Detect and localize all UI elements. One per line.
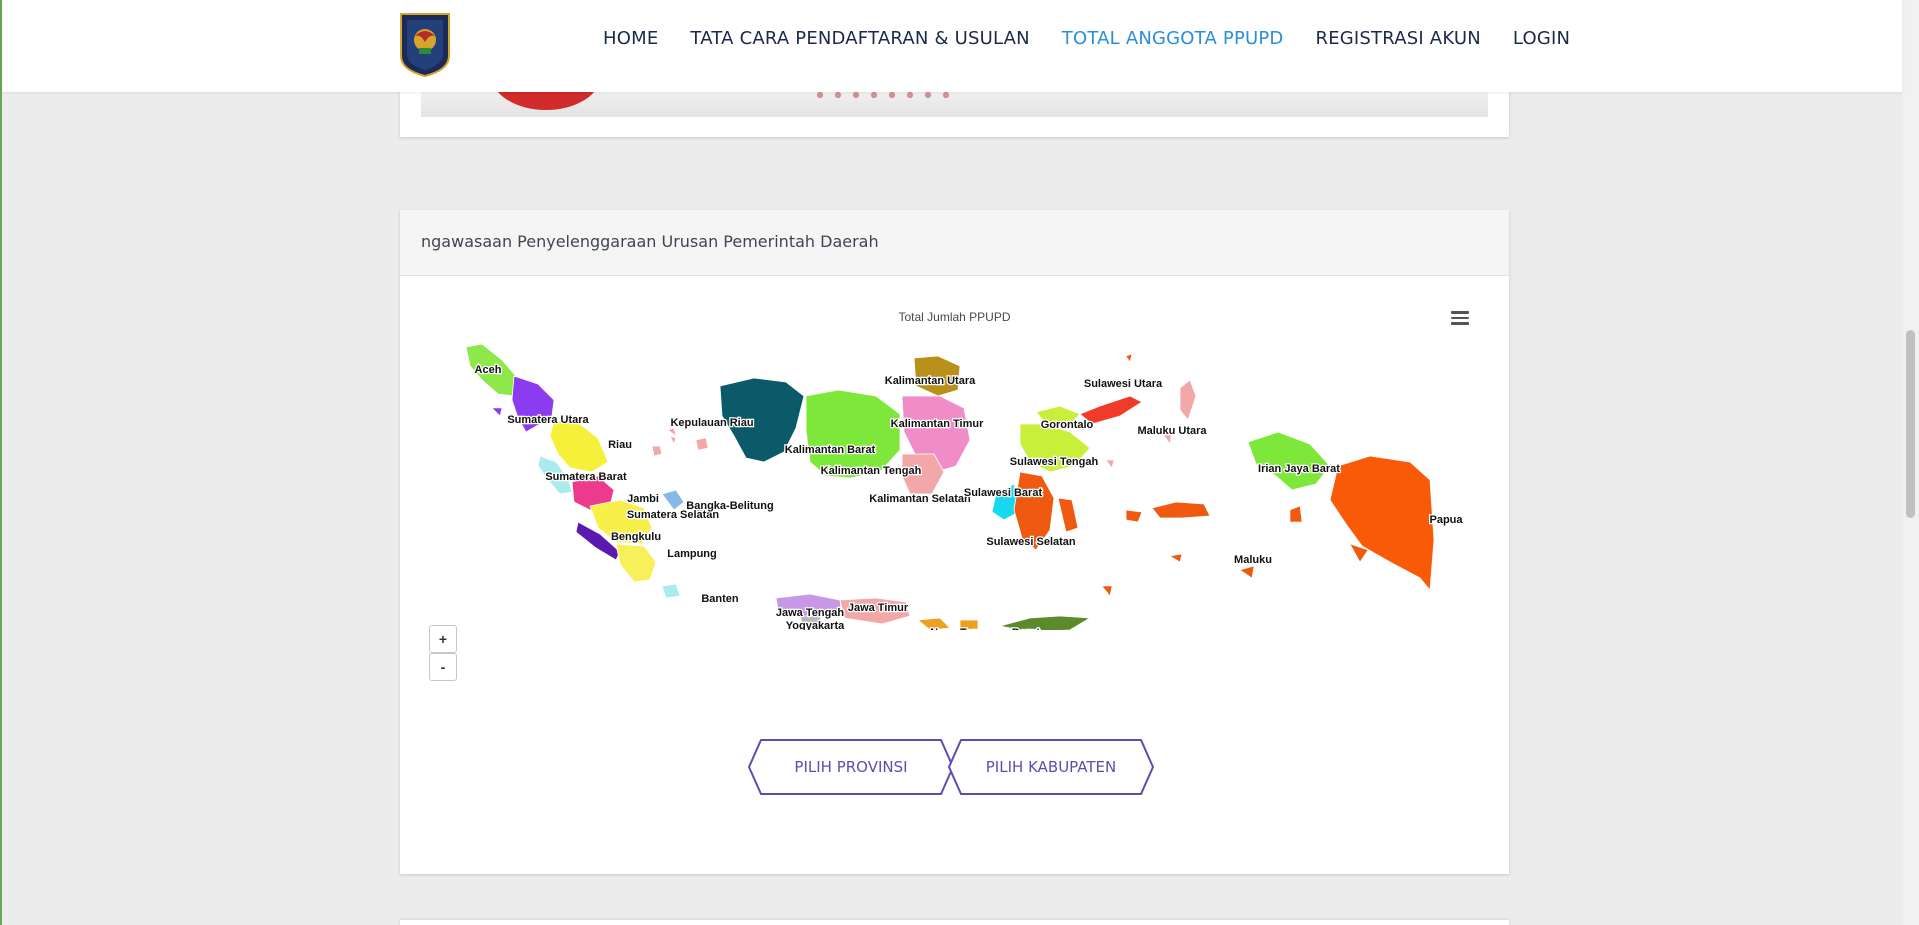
minor-island bbox=[695, 437, 709, 451]
minor-island bbox=[1105, 459, 1115, 469]
minor-island bbox=[1239, 565, 1255, 579]
pilih-kabupaten-label: PILIH KABUPATEN bbox=[985, 758, 1117, 776]
province-label: Maluku Utara bbox=[1137, 425, 1207, 437]
minor-island bbox=[1101, 585, 1113, 597]
province-label: Gorontalo bbox=[1041, 419, 1094, 431]
province-riau[interactable] bbox=[549, 419, 609, 473]
nav-registrasi[interactable]: REGISTRASI AKUN bbox=[1300, 28, 1497, 49]
province-label: Sulawesi Barat bbox=[964, 487, 1043, 499]
nav-tata-cara[interactable]: TATA CARA PENDAFTARAN & USULAN bbox=[674, 28, 1045, 49]
zoom-out-button[interactable]: - bbox=[429, 653, 457, 681]
page-scrollbar[interactable] bbox=[1902, 0, 1919, 925]
scrollbar-thumb[interactable] bbox=[1906, 330, 1915, 518]
province-label: Kalimantan Barat bbox=[785, 444, 876, 456]
province-maluku[interactable] bbox=[1125, 501, 1211, 523]
province-label: Riau bbox=[608, 439, 632, 451]
province-label: Papua bbox=[1429, 514, 1463, 526]
nav-total-anggota[interactable]: TOTAL ANGGOTA PPUPD bbox=[1046, 28, 1300, 49]
province-label: Aceh bbox=[475, 364, 502, 376]
province-lampung[interactable] bbox=[615, 543, 657, 583]
province-label: Sumatera Utara bbox=[507, 414, 589, 426]
province-banten[interactable] bbox=[661, 583, 681, 599]
province-label: Kepulauan Riau bbox=[670, 417, 753, 429]
zoom-in-button[interactable]: + bbox=[429, 625, 457, 653]
pilih-kabupaten-button[interactable]: PILIH KABUPATEN bbox=[947, 738, 1155, 796]
province-label: Nusa Tenggara Barat bbox=[930, 627, 1040, 630]
province-label: Yogyakarta bbox=[786, 620, 845, 630]
province-label: Bengkulu bbox=[611, 531, 661, 543]
province-label: Jawa Tengah bbox=[776, 607, 845, 619]
province-label: Sulawesi Utara bbox=[1084, 378, 1163, 390]
province-label: Jambi bbox=[627, 493, 659, 505]
minor-island bbox=[491, 407, 503, 417]
nav-login[interactable]: LOGIN bbox=[1497, 28, 1586, 49]
province-label: Sumatera Barat bbox=[545, 471, 627, 483]
pilih-provinsi-button[interactable]: PILIH PROVINSI bbox=[747, 738, 955, 796]
pilih-provinsi-label: PILIH PROVINSI bbox=[794, 758, 908, 776]
minor-island bbox=[1289, 505, 1303, 523]
province-label: Bangka-Belitung bbox=[686, 500, 773, 512]
province-label: Kalimantan Tengah bbox=[821, 465, 922, 477]
minor-island bbox=[1169, 553, 1183, 563]
province-papua[interactable] bbox=[1329, 455, 1435, 592]
province-label: Jawa Timur bbox=[848, 602, 909, 614]
banner-image bbox=[421, 90, 1488, 117]
minor-island bbox=[667, 427, 677, 437]
province-irian-jaya-barat[interactable] bbox=[1247, 431, 1331, 491]
province-label: Kalimantan Timur bbox=[891, 418, 984, 430]
province-label: Lampung bbox=[667, 548, 717, 560]
province-label: Sulawesi Tengah bbox=[1010, 456, 1099, 468]
minor-island bbox=[1125, 353, 1133, 363]
province-label: Sulawesi Selatan bbox=[986, 536, 1076, 548]
province-label: Maluku bbox=[1234, 554, 1272, 566]
province-kepulauan-riau[interactable] bbox=[651, 435, 677, 457]
map-panel: ngawasaan Penyelenggaraan Urusan Pemerin… bbox=[400, 210, 1509, 874]
province-label: Kalimantan Utara bbox=[885, 375, 976, 387]
nav-home[interactable]: HOME bbox=[587, 28, 674, 49]
province-label: Kalimantan Selatan bbox=[869, 493, 971, 505]
province-label: Banten bbox=[701, 593, 739, 605]
province-label: Irian Jaya Barat bbox=[1258, 463, 1340, 475]
top-navbar: HOME TATA CARA PENDAFTARAN & USULAN TOTA… bbox=[2, 0, 1902, 92]
main-nav-menu: HOME TATA CARA PENDAFTARAN & USULAN TOTA… bbox=[587, 28, 1586, 49]
next-card bbox=[400, 920, 1509, 925]
indonesia-map[interactable]: Aceh Sumatera Utara Riau Kepulauan Riau Suma… bbox=[400, 210, 1509, 630]
ministry-logo[interactable] bbox=[399, 12, 451, 78]
